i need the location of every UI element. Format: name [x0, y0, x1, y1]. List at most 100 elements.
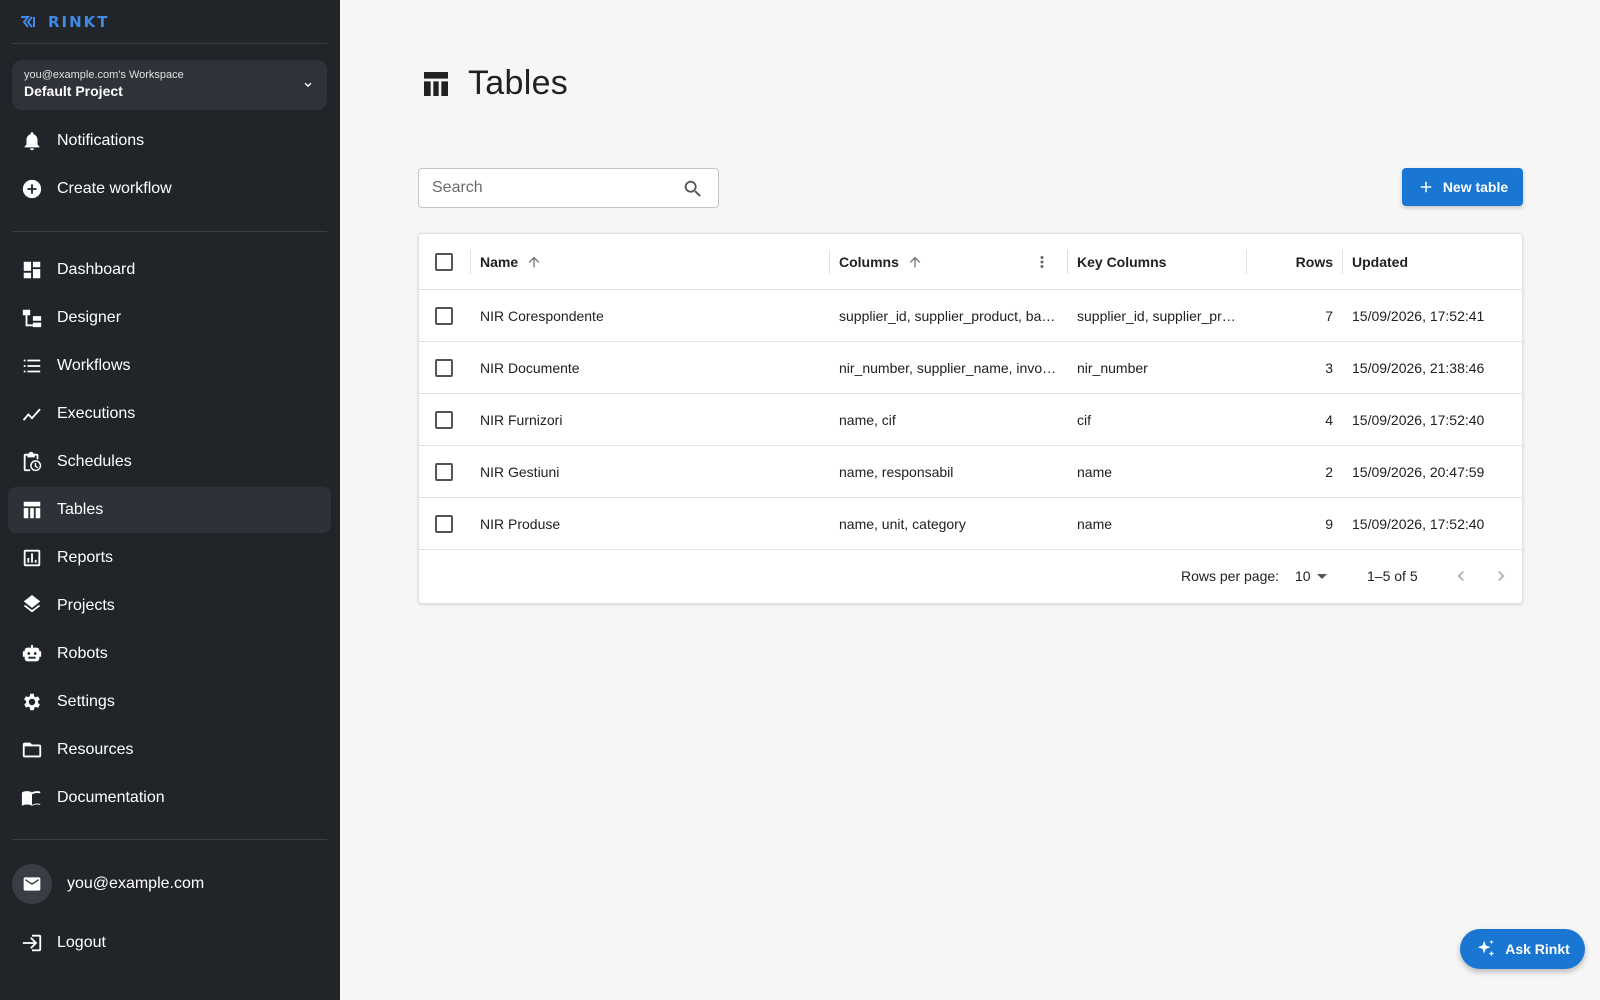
cell-columns-text: name, cif [839, 411, 896, 428]
page-title: Tables [468, 64, 569, 102]
row-checkbox[interactable] [435, 410, 453, 429]
nav-reports[interactable]: Reports [8, 535, 331, 581]
header-name-label: Name [480, 253, 519, 270]
row-checkbox[interactable] [435, 306, 453, 325]
cell-name-text: NIR Corespondente [480, 307, 604, 324]
pagination: Rows per page: 10 1–5 of 5 [419, 550, 1522, 604]
cell-name: NIR Documente [480, 342, 820, 393]
cell-updated: 15/09/2026, 17:52:40 [1352, 394, 1517, 445]
column-menu-icon[interactable] [1033, 234, 1053, 289]
row-checkbox-cell [435, 394, 465, 445]
nav-dashboard[interactable]: Dashboard [8, 247, 331, 293]
cell-key-columns: name [1077, 498, 1242, 549]
divider [12, 43, 327, 44]
chevron-down-icon [304, 82, 312, 88]
nav-create-workflow[interactable]: Create workflow [8, 166, 331, 212]
ask-rinkt-button[interactable]: Ask Rinkt [1460, 929, 1585, 969]
rows-per-page-select[interactable]: 10 [1295, 568, 1327, 584]
cell-key-columns-text: supplier_id, supplier_pr… [1077, 307, 1236, 324]
add-circle-icon [22, 179, 42, 199]
search-input[interactable] [419, 169, 669, 207]
header-rows[interactable]: Rows [1256, 234, 1333, 289]
cell-columns: supplier_id, supplier_product, ba… [839, 290, 1059, 341]
cell-columns: name, responsabil [839, 446, 1059, 497]
workspace-selector[interactable]: you@example.com's Workspace Default Proj… [12, 60, 327, 110]
cell-rows-text: 3 [1325, 359, 1333, 376]
cell-key-columns-text: cif [1077, 411, 1091, 428]
header-columns[interactable]: Columns [839, 234, 1039, 289]
table-row[interactable]: NIR Documente nir_number, supplier_name,… [419, 342, 1522, 394]
cell-rows: 9 [1256, 498, 1333, 549]
nav-documentation[interactable]: Documentation [8, 775, 331, 821]
cell-rows-text: 9 [1325, 515, 1333, 532]
user-account[interactable]: you@example.com [12, 864, 204, 904]
cell-name: NIR Furnizori [480, 394, 820, 445]
nav-label: Designer [57, 309, 122, 326]
header-key-columns[interactable]: Key Columns [1077, 234, 1237, 289]
tables-grid: Name Columns Key Columns Rows Updated NI… [418, 233, 1523, 604]
search-icon[interactable] [682, 178, 704, 200]
designer-icon [22, 309, 42, 328]
cell-columns-text: name, responsabil [839, 463, 954, 480]
logo[interactable]: RINKT [20, 12, 110, 32]
nav-settings[interactable]: Settings [8, 679, 331, 725]
cell-updated-text: 15/09/2026, 21:38:46 [1352, 359, 1485, 376]
cell-updated: 15/09/2026, 17:52:40 [1352, 498, 1517, 549]
table-row[interactable]: NIR Corespondente supplier_id, supplier_… [419, 290, 1522, 342]
row-checkbox[interactable] [435, 514, 453, 533]
cell-rows: 3 [1256, 342, 1333, 393]
nav-schedules[interactable]: Schedules [8, 439, 331, 485]
nav-executions[interactable]: Executions [8, 391, 331, 437]
nav-tables[interactable]: Tables [8, 487, 331, 533]
select-all-checkbox[interactable] [435, 252, 453, 271]
nav-robots[interactable]: Robots [8, 631, 331, 677]
table-row[interactable]: NIR Produse name, unit, category name 9 … [419, 498, 1522, 550]
row-checkbox[interactable] [435, 358, 453, 377]
nav-resources[interactable]: Resources [8, 727, 331, 773]
nav-label: Tables [57, 501, 104, 518]
table-row[interactable]: NIR Furnizori name, cif cif 4 15/09/2026… [419, 394, 1522, 446]
column-separator [829, 250, 830, 274]
new-table-button[interactable]: New table [1402, 168, 1523, 206]
next-page-button[interactable] [1489, 564, 1513, 588]
row-checkbox-cell [435, 290, 465, 341]
cell-name-text: NIR Gestiuni [480, 463, 560, 480]
nav-workflows[interactable]: Workflows [8, 343, 331, 389]
header-rows-label: Rows [1295, 253, 1333, 270]
header-key-columns-label: Key Columns [1077, 253, 1167, 270]
cell-updated-text: 15/09/2026, 17:52:40 [1352, 515, 1485, 532]
nav-notifications[interactable]: Notifications [8, 118, 331, 164]
gear-icon [24, 693, 40, 711]
nav-label: Projects [57, 597, 115, 614]
page-header: Tables [420, 64, 568, 103]
cell-rows: 4 [1256, 394, 1333, 445]
previous-page-button[interactable] [1449, 564, 1473, 588]
table-row[interactable]: NIR Gestiuni name, responsabil name 2 15… [419, 446, 1522, 498]
nav-label: Executions [57, 405, 136, 422]
cell-name: NIR Corespondente [480, 290, 820, 341]
plus-icon [1420, 181, 1432, 193]
cell-columns: nir_number, supplier_name, invoi… [839, 342, 1059, 393]
header-updated[interactable]: Updated [1352, 234, 1512, 289]
cell-key-columns-text: name [1077, 515, 1113, 532]
new-table-label: New table [1442, 179, 1509, 195]
cell-key-columns: supplier_id, supplier_pr… [1077, 290, 1242, 341]
header-name[interactable]: Name [480, 234, 820, 289]
arrow-up-icon[interactable] [526, 254, 542, 270]
arrow-up-icon[interactable] [907, 254, 923, 270]
nav-label: Resources [57, 741, 134, 758]
cell-name-text: NIR Produse [480, 515, 561, 532]
nav-label: Dashboard [57, 261, 136, 278]
logout-icon [22, 934, 42, 952]
nav-designer[interactable]: Designer [8, 295, 331, 341]
robot-icon [22, 644, 42, 662]
cell-updated: 15/09/2026, 21:38:46 [1352, 342, 1517, 393]
folder-icon [22, 742, 42, 758]
logout-button[interactable]: Logout [8, 920, 331, 966]
dashboard-icon [23, 261, 41, 279]
nav-projects[interactable]: Projects [8, 583, 331, 629]
nav-label: Schedules [57, 453, 132, 470]
row-checkbox[interactable] [435, 462, 453, 481]
caret-down-icon [1316, 573, 1327, 579]
divider [12, 231, 327, 232]
